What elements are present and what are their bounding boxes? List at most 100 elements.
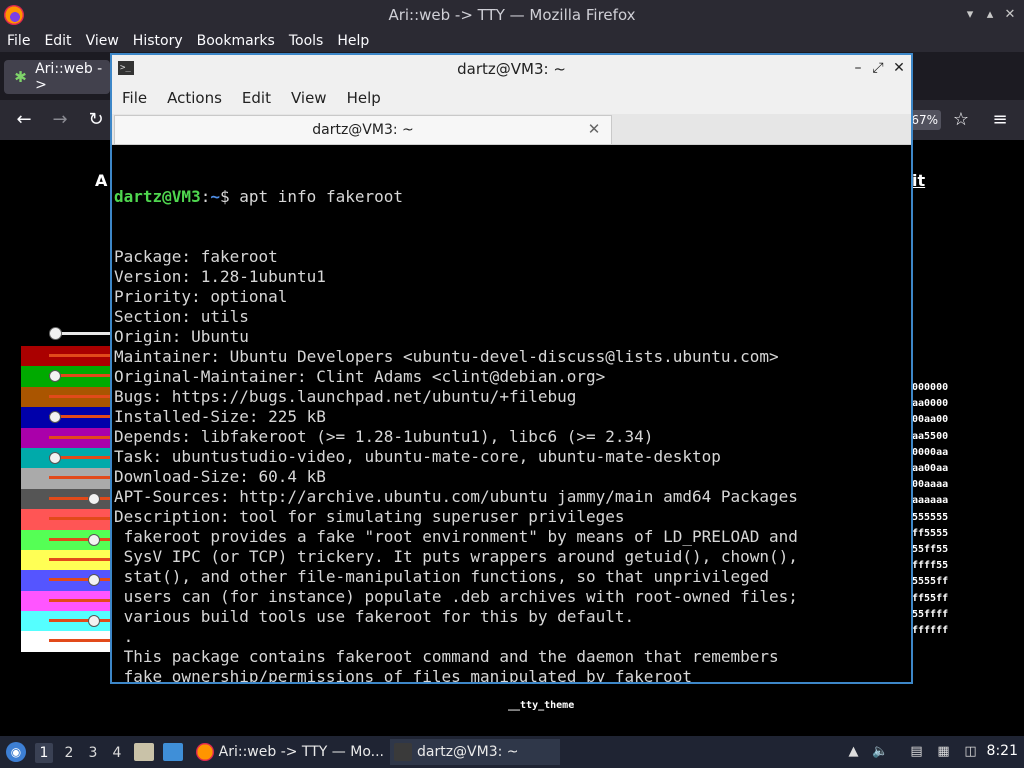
terminal-menu-help[interactable]: Help: [337, 89, 391, 107]
terminal-menu-file[interactable]: File: [112, 89, 157, 107]
color-swatch[interactable]: [21, 447, 113, 469]
firefox-titlebar: Ari::web -> TTY — Mozilla Firefox ▾ ▴ ✕: [0, 0, 1024, 30]
menu-file[interactable]: File: [0, 33, 37, 49]
color-swatch[interactable]: [21, 631, 113, 652]
terminal-menu-actions[interactable]: Actions: [157, 89, 232, 107]
color-swatch[interactable]: [21, 488, 113, 510]
slider-knob[interactable]: [88, 492, 100, 505]
terminal-menu-edit[interactable]: Edit: [232, 89, 281, 107]
swatch-slider-track: [49, 496, 113, 500]
forward-arrow-icon[interactable]: →: [48, 108, 72, 132]
page-heading-link[interactable]: it: [912, 171, 925, 190]
swatch-slider-track: [49, 435, 113, 439]
back-arrow-icon[interactable]: ←: [12, 108, 36, 132]
task-terminal[interactable]: dartz@VM3: ~: [390, 739, 560, 765]
site-favicon-icon: ✱: [14, 68, 27, 86]
output-line: Section: utils: [114, 307, 249, 326]
color-swatch[interactable]: [21, 570, 113, 591]
prompt-symbol: $: [219, 187, 240, 206]
browser-tab[interactable]: ✱ Ari::web ->: [4, 60, 110, 94]
color-slider[interactable]: [49, 327, 115, 341]
maximize-icon[interactable]: ▴: [980, 5, 1000, 25]
close-tab-icon[interactable]: ✕: [585, 120, 603, 138]
reload-icon[interactable]: ↻: [84, 108, 108, 132]
slider-knob[interactable]: [49, 411, 61, 424]
close-icon[interactable]: ✕: [1000, 5, 1020, 25]
menu-edit[interactable]: Edit: [37, 33, 78, 49]
menu-tools[interactable]: Tools: [282, 33, 331, 49]
workspace-2[interactable]: 2: [60, 743, 78, 763]
hex-value: aa0000: [912, 398, 949, 410]
terminal-tab[interactable]: dartz@VM3: ~ ✕: [114, 115, 612, 144]
swatch-slider-track: [49, 598, 113, 602]
swatch-slider-track: [49, 354, 113, 357]
task-firefox[interactable]: Ari::web -> TTY — Mo...: [192, 739, 384, 765]
close-icon[interactable]: ✕: [889, 58, 909, 78]
maximize-icon[interactable]: ⤢: [868, 58, 888, 78]
browser-tab-label: Ari::web ->: [35, 61, 103, 93]
firefox-menubar: File Edit View History Bookmarks Tools H…: [0, 30, 1024, 52]
minimize-icon[interactable]: –: [848, 58, 868, 78]
tray-up-arrow-icon[interactable]: ▲: [845, 744, 862, 760]
terminal-app-icon: >_: [118, 61, 134, 75]
color-swatch[interactable]: [21, 509, 113, 530]
hamburger-menu-icon[interactable]: ≡: [988, 108, 1012, 132]
color-swatch[interactable]: [21, 386, 113, 408]
output-line: stat(), and other file-manipulation func…: [114, 567, 770, 586]
swatch-slider-track: [49, 639, 113, 643]
taskbar: ◉ 1 2 3 4 Ari::web -> TTY — Mo... dartz@…: [0, 736, 1024, 768]
show-desktop-icon[interactable]: [163, 743, 183, 761]
slider-knob[interactable]: [88, 615, 100, 628]
start-menu-icon[interactable]: ◉: [6, 742, 26, 762]
slider-knob[interactable]: [49, 451, 61, 464]
color-swatch[interactable]: [21, 407, 113, 428]
file-manager-icon[interactable]: [134, 743, 154, 761]
output-line: Maintainer: Ubuntu Developers <ubuntu-de…: [114, 347, 779, 366]
color-swatch[interactable]: [21, 529, 113, 550]
terminal-titlebar: >_ dartz@VM3: ~ – ⤢ ✕: [112, 55, 911, 82]
output-line: Priority: optional: [114, 287, 288, 306]
workspace-4[interactable]: 4: [108, 743, 126, 763]
swatch-slider-track: [49, 517, 113, 521]
firefox-window-title: Ari::web -> TTY — Mozilla Firefox: [388, 6, 636, 24]
firefox-logo-icon: [4, 5, 24, 25]
terminal-output[interactable]: dartz@VM3:~$ apt info fakeroot Package: …: [114, 147, 909, 682]
slider-knob[interactable]: [88, 574, 100, 587]
color-swatch[interactable]: [21, 468, 113, 489]
slider-knob[interactable]: [88, 533, 100, 546]
output-line: users can (for instance) populate .deb a…: [114, 587, 798, 606]
workspace-1[interactable]: 1: [35, 743, 53, 763]
output-line: Version: 1.28-1ubuntu1: [114, 267, 326, 286]
slider-knob[interactable]: [49, 370, 61, 383]
color-swatch[interactable]: [21, 427, 113, 448]
terminal-menu-view[interactable]: View: [281, 89, 337, 107]
menu-bookmarks[interactable]: Bookmarks: [190, 33, 282, 49]
color-swatch[interactable]: [21, 549, 113, 571]
hex-value: 00aaaa: [912, 479, 949, 491]
color-swatch[interactable]: [21, 611, 113, 632]
color-swatch[interactable]: [21, 366, 113, 387]
output-line: fakeroot provides a fake "root environme…: [114, 527, 798, 546]
terminal-icon: [394, 743, 412, 761]
network-icon[interactable]: ▦: [935, 744, 952, 760]
menu-view[interactable]: View: [79, 33, 126, 49]
slider-knob[interactable]: [49, 327, 62, 340]
volume-icon[interactable]: 🔈: [872, 744, 889, 760]
color-swatch[interactable]: [21, 346, 113, 367]
bookmark-star-icon[interactable]: ☆: [949, 108, 973, 132]
output-line: Package: fakeroot: [114, 247, 278, 266]
hex-value: ffffff: [912, 625, 949, 637]
terminal-window[interactable]: >_ dartz@VM3: ~ – ⤢ ✕ File Actions Edit …: [110, 53, 913, 684]
menu-help[interactable]: Help: [330, 33, 376, 49]
color-swatch[interactable]: [21, 590, 113, 612]
tty-theme-label: __tty_theme: [508, 700, 575, 711]
notification-icon[interactable]: ◫: [962, 744, 979, 760]
minimize-icon[interactable]: ▾: [960, 5, 980, 25]
hex-value: 00aa00: [912, 414, 949, 426]
workspace-3[interactable]: 3: [84, 743, 102, 763]
command-output: Package: fakeroot Version: 1.28-1ubuntu1 P…: [114, 247, 909, 682]
clipboard-icon[interactable]: ▤: [908, 744, 925, 760]
menu-history[interactable]: History: [126, 33, 190, 49]
hex-value: 55ffff: [912, 608, 949, 620]
clock[interactable]: 8:21: [987, 743, 1018, 759]
